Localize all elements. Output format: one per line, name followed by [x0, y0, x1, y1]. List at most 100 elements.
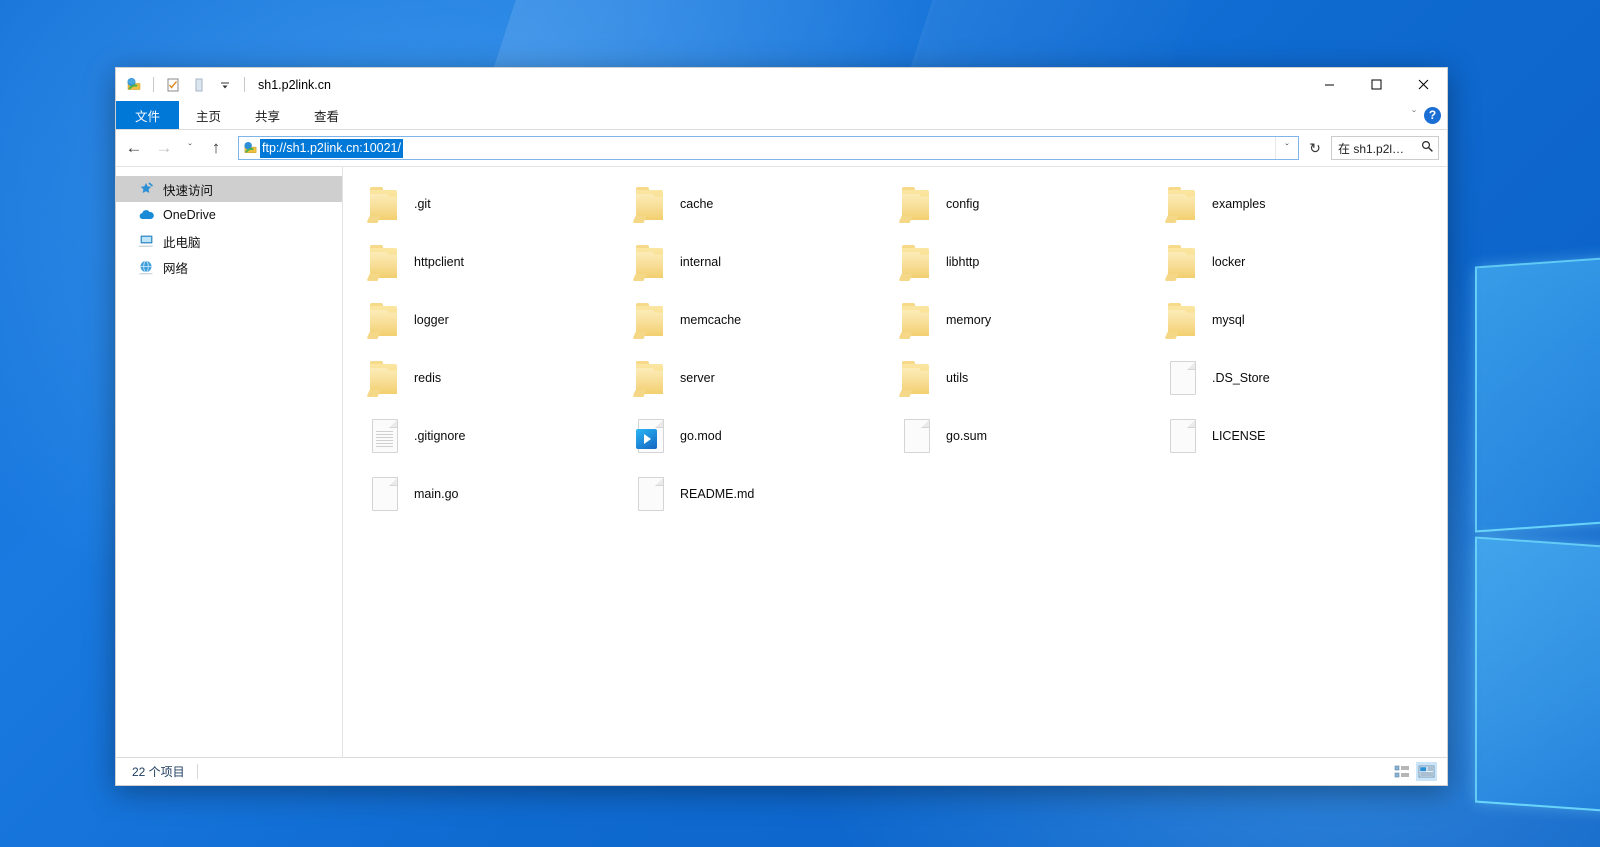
sidebar-item-this-pc[interactable]: 此电脑: [116, 228, 342, 254]
item-count-label: 22 个项目: [132, 765, 185, 779]
tab-home[interactable]: 主页: [179, 101, 238, 129]
explorer-body: 快速访问 OneDrive 此电脑 网络 .git cache config e…: [116, 166, 1447, 757]
file-item[interactable]: go.sum: [889, 407, 1155, 465]
folder-icon: [632, 300, 666, 340]
window-title: sh1.p2link.cn: [258, 77, 331, 92]
address-input[interactable]: ftp://sh1.p2link.cn:10021/: [260, 138, 403, 158]
minimize-button[interactable]: [1306, 68, 1353, 101]
file-name-label: LICENSE: [1212, 429, 1266, 443]
file-name-label: .git: [414, 197, 431, 211]
file-item[interactable]: memory: [889, 291, 1155, 349]
file-item[interactable]: .DS_Store: [1155, 349, 1421, 407]
file-item[interactable]: locker: [1155, 233, 1421, 291]
sidebar-item-onedrive[interactable]: OneDrive: [116, 202, 342, 228]
explorer-icon[interactable]: [124, 75, 144, 95]
search-box[interactable]: 在 sh1.p2l…: [1331, 136, 1439, 160]
sidebar-item-network[interactable]: 网络: [116, 254, 342, 280]
file-item[interactable]: .gitignore: [357, 407, 623, 465]
folder-icon: [1164, 184, 1198, 224]
help-icon[interactable]: ?: [1424, 106, 1441, 124]
refresh-button[interactable]: ↻: [1301, 135, 1329, 161]
file-item[interactable]: examples: [1155, 175, 1421, 233]
tab-view[interactable]: 查看: [297, 101, 356, 129]
file-grid: .git cache config examples httpclient interna…: [343, 175, 1447, 523]
file-item[interactable]: config: [889, 175, 1155, 233]
file-list-pane[interactable]: .git cache config examples httpclient interna…: [343, 167, 1447, 757]
title-bar: sh1.p2link.cn: [116, 68, 1447, 101]
sidebar-item-label: 此电脑: [163, 235, 201, 250]
navigation-bar: ← → ˇ ↑ ftp://sh1.p2link.cn:10021/ ˇ ↻ 在…: [116, 130, 1447, 166]
address-bar[interactable]: ftp://sh1.p2link.cn:10021/ ˇ: [238, 136, 1299, 160]
file-item[interactable]: go.mod: [623, 407, 889, 465]
maximize-button[interactable]: [1353, 68, 1400, 101]
file-name-label: go.mod: [680, 429, 722, 443]
sidebar-item-quick-access[interactable]: 快速访问: [116, 176, 342, 202]
folder-icon: [898, 242, 932, 282]
details-view-icon[interactable]: [1391, 762, 1412, 781]
file-item[interactable]: redis: [357, 349, 623, 407]
sidebar-item-label: 网络: [163, 261, 189, 276]
large-icons-view-icon[interactable]: [1416, 762, 1437, 781]
forward-button[interactable]: →: [150, 134, 178, 162]
file-name-label: locker: [1212, 255, 1246, 269]
file-name-label: config: [946, 197, 980, 211]
file-item[interactable]: main.go: [357, 465, 623, 523]
file-name-label: README.md: [680, 487, 755, 501]
file-item[interactable]: utils: [889, 349, 1155, 407]
folder-icon: [898, 184, 932, 224]
file-item[interactable]: httpclient: [357, 233, 623, 291]
blank-file-icon: [634, 474, 666, 514]
file-name-label: internal: [680, 255, 721, 269]
file-item[interactable]: server: [623, 349, 889, 407]
folder-icon: [366, 300, 400, 340]
properties-icon[interactable]: [163, 75, 183, 95]
file-item[interactable]: LICENSE: [1155, 407, 1421, 465]
file-name-label: httpclient: [414, 255, 465, 269]
search-icon[interactable]: [1421, 140, 1434, 156]
navigation-pane: 快速访问 OneDrive 此电脑 网络: [116, 167, 343, 757]
file-item[interactable]: memcache: [623, 291, 889, 349]
toolbar-divider: [153, 77, 154, 92]
network-icon: [138, 259, 155, 276]
folder-icon: [366, 358, 400, 398]
file-name-label: memcache: [680, 313, 742, 327]
file-item[interactable]: logger: [357, 291, 623, 349]
file-name-label: .gitignore: [414, 429, 466, 443]
this-pc-icon: [138, 233, 155, 250]
caption-buttons: [1306, 68, 1447, 101]
tab-share[interactable]: 共享: [238, 101, 297, 129]
recent-locations-icon[interactable]: ˇ: [180, 134, 200, 162]
toolbar-divider: [244, 77, 245, 92]
address-dropdown-icon[interactable]: ˇ: [1275, 137, 1298, 159]
windows-logo-pane: [1475, 536, 1600, 820]
up-button[interactable]: ↑: [202, 134, 230, 162]
file-name-label: utils: [946, 371, 969, 385]
folder-icon: [1164, 300, 1198, 340]
ftp-site-icon: [240, 141, 260, 156]
blank-file-icon: [900, 416, 932, 456]
file-name-label: cache: [680, 197, 714, 211]
file-item[interactable]: README.md: [623, 465, 889, 523]
file-name-label: mysql: [1212, 313, 1245, 327]
customize-dropdown-icon[interactable]: [215, 75, 235, 95]
file-name-label: server: [680, 371, 715, 385]
new-folder-icon[interactable]: [189, 75, 209, 95]
chevron-down-icon[interactable]: ˇ: [1412, 108, 1416, 122]
file-name-label: go.sum: [946, 429, 987, 443]
status-bar: 22 个项目: [116, 757, 1447, 785]
file-item[interactable]: libhttp: [889, 233, 1155, 291]
folder-icon: [366, 242, 400, 282]
file-item[interactable]: cache: [623, 175, 889, 233]
file-item[interactable]: internal: [623, 233, 889, 291]
search-input[interactable]: 在 sh1.p2l…: [1338, 140, 1421, 157]
file-explorer-window: sh1.p2link.cn 文件 主页 共享 查看 ˇ ? ← → ˇ ↑ ft…: [115, 67, 1448, 786]
close-button[interactable]: [1400, 68, 1447, 101]
blank-file-icon: [1166, 416, 1198, 456]
sidebar-item-label: OneDrive: [163, 208, 216, 222]
file-item[interactable]: mysql: [1155, 291, 1421, 349]
tab-file[interactable]: 文件: [116, 101, 180, 129]
back-button[interactable]: ←: [120, 134, 148, 162]
folder-icon: [898, 300, 932, 340]
file-item[interactable]: .git: [357, 175, 623, 233]
cloud-icon: [138, 207, 155, 224]
